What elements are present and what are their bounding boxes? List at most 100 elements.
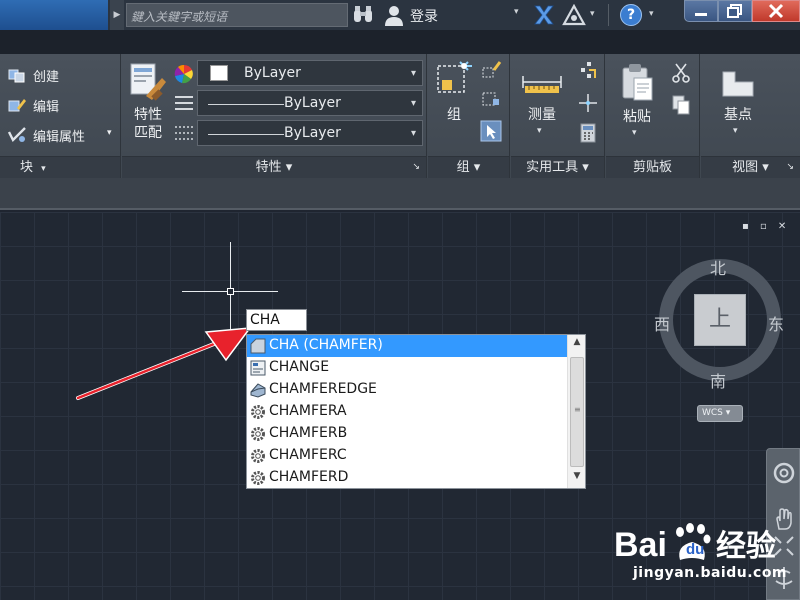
chevron-down-icon: ▾ xyxy=(410,68,416,79)
autocomplete-item-chamferd[interactable]: CHAMFERD xyxy=(247,467,567,489)
clipboard-panel-footer[interactable]: 剪贴板 xyxy=(606,156,699,178)
viewport-window-controls[interactable]: ▪ ▫ ✕ xyxy=(742,221,790,232)
command-autocomplete-list: CHA (CHAMFER) CHANGE CHAMFEREDGE CHAMFER… xyxy=(246,334,586,489)
id-point-icon[interactable] xyxy=(577,92,599,114)
steering-wheel-icon[interactable] xyxy=(772,461,796,485)
measure-icon xyxy=(522,76,562,93)
create-block-icon xyxy=(8,69,25,83)
compass-east[interactable]: 东 xyxy=(768,311,784,335)
chevron-down-icon: ▾ xyxy=(632,128,637,138)
lineweight-icon xyxy=(175,126,193,140)
copy-icon[interactable] xyxy=(670,94,692,116)
lineweight-select[interactable]: ByLayer ▾ xyxy=(197,120,423,146)
autocomplete-item-chamfer[interactable]: CHA (CHAMFER) xyxy=(247,335,567,357)
autocomplete-scrollbar[interactable]: ▲ ≡ ▼ xyxy=(567,335,585,488)
expand-toolbar-icon[interactable]: ▶ xyxy=(110,0,124,30)
svg-text:du: du xyxy=(686,541,704,558)
ribbon: 创建 编辑 编辑属性 ▾ 块 ▾ 特性 匹配 ByLayer ▾ ByLayer… xyxy=(0,54,800,178)
paste-button[interactable]: 粘贴 ▾ xyxy=(612,60,662,142)
group-edit-icon[interactable] xyxy=(480,90,502,110)
search-input[interactable]: 鍵入关鍵字或短语 xyxy=(126,3,348,27)
gear-icon xyxy=(251,427,265,441)
block-panel-title: 块 xyxy=(20,160,34,175)
group-selection-icon[interactable] xyxy=(480,120,502,142)
help-icon[interactable]: ? xyxy=(620,4,642,26)
minimize-icon xyxy=(695,13,707,16)
linetype-preview xyxy=(208,104,284,105)
edit-attributes-button[interactable]: 编辑属性 ▾ xyxy=(7,122,119,148)
user-icon[interactable] xyxy=(384,4,404,26)
chevron-down-icon: ▾ xyxy=(410,98,416,109)
restore-icon xyxy=(727,4,742,18)
calculator-icon[interactable] xyxy=(577,122,599,144)
cut-icon[interactable] xyxy=(670,62,692,84)
dialog-launcher-icon[interactable]: ↘ xyxy=(412,157,420,178)
quick-access-toolbar[interactable] xyxy=(0,0,108,30)
color-wheel-icon xyxy=(174,64,193,84)
baidu-jingyan-watermark-logo: Bai du 经验 xyxy=(614,523,776,564)
search-placeholder: 鍵入关鍵字或短语 xyxy=(131,10,228,24)
chevron-down-icon: ▾ xyxy=(107,128,112,138)
chevron-down-icon: ▾ xyxy=(41,164,46,174)
block-panel-footer[interactable]: 块 ▾ xyxy=(0,156,120,178)
autocomplete-item-label: CHAMFERD xyxy=(269,469,349,485)
properties-icon xyxy=(250,360,266,376)
autocomplete-item-chamferedge[interactable]: CHAMFEREDGE xyxy=(247,379,567,401)
properties-panel-footer[interactable]: 特性 ▾ ↘ xyxy=(122,156,426,178)
a360-icon[interactable] xyxy=(562,4,586,26)
properties-panel-title: 特性 ▾ xyxy=(255,160,293,175)
utilities-panel-footer[interactable]: 实用工具 ▾ xyxy=(511,156,604,178)
basepoint-button[interactable]: 基点 ▾ xyxy=(713,64,763,146)
chevron-down-icon[interactable]: ▾ xyxy=(649,9,654,19)
compass-west[interactable]: 西 xyxy=(654,311,670,335)
login-button[interactable]: 登录 xyxy=(410,6,438,26)
svg-text:Bai: Bai xyxy=(614,526,667,564)
edit-block-label: 编辑 xyxy=(33,100,60,115)
edit-attributes-icon xyxy=(7,127,26,143)
scrollbar-thumb[interactable]: ≡ xyxy=(570,357,584,467)
compass-north[interactable]: 北 xyxy=(710,255,726,279)
autocomplete-item-label: CHA (CHAMFER) xyxy=(269,337,383,353)
scroll-down-icon[interactable]: ▼ xyxy=(568,471,586,485)
color-select[interactable]: ByLayer ▾ xyxy=(197,60,423,86)
match-properties-button[interactable]: 特性 匹配 xyxy=(126,60,170,146)
close-button[interactable] xyxy=(752,0,800,22)
chevron-down-icon[interactable]: ▾ xyxy=(514,7,519,17)
ungroup-icon[interactable] xyxy=(480,60,502,80)
autocomplete-item-change[interactable]: CHANGE xyxy=(247,357,567,379)
quick-select-icon[interactable] xyxy=(577,60,599,82)
binoculars-icon[interactable] xyxy=(352,5,374,25)
command-input[interactable] xyxy=(246,309,307,331)
color-swatch xyxy=(210,65,228,81)
autocomplete-item-chamferc[interactable]: CHAMFERC xyxy=(247,445,567,467)
group-panel-footer[interactable]: 组 ▾ xyxy=(428,156,509,178)
autocomplete-item-chamferb[interactable]: CHAMFERB xyxy=(247,423,567,445)
viewcube-top-face[interactable]: 上 xyxy=(694,294,746,346)
divider xyxy=(608,4,609,26)
clipboard-panel: 粘贴 ▾ 剪贴板 xyxy=(606,54,700,178)
ribbon-tabs-area xyxy=(0,30,800,54)
group-button[interactable]: 组 xyxy=(432,58,476,130)
group-panel: 组 组 ▾ xyxy=(428,54,510,178)
group-label: 组 xyxy=(447,107,461,123)
dialog-launcher-icon[interactable]: ↘ xyxy=(786,157,794,178)
measure-button[interactable]: 测量 ▾ xyxy=(517,64,567,146)
linetype-select[interactable]: ByLayer ▾ xyxy=(197,90,423,116)
restore-button[interactable] xyxy=(718,0,752,22)
wcs-menu-button[interactable]: WCS ▾ xyxy=(697,405,743,422)
exchange-apps-icon[interactable] xyxy=(532,3,556,27)
color-value: ByLayer xyxy=(244,65,301,81)
compass-south[interactable]: 南 xyxy=(710,368,726,392)
view-panel-footer[interactable]: 视图 ▾ ↘ xyxy=(701,156,800,178)
minimize-button[interactable] xyxy=(684,0,718,22)
autocomplete-item-chamfera[interactable]: CHAMFERA xyxy=(247,401,567,423)
chevron-down-icon[interactable]: ▾ xyxy=(590,9,595,19)
annotation-arrow xyxy=(76,327,252,400)
autocomplete-item-label: CHAMFERC xyxy=(269,447,347,463)
properties-panel: 特性 匹配 ByLayer ▾ ByLayer ▾ ByLayer ▾ 特性 ▾… xyxy=(122,54,427,178)
paste-label: 粘贴 xyxy=(623,109,651,125)
view-panel: 基点 ▾ 视图 ▾ ↘ xyxy=(701,54,800,178)
scroll-up-icon[interactable]: ▲ xyxy=(568,337,586,351)
create-block-label: 创建 xyxy=(33,70,60,85)
measure-label: 测量 xyxy=(528,107,556,123)
